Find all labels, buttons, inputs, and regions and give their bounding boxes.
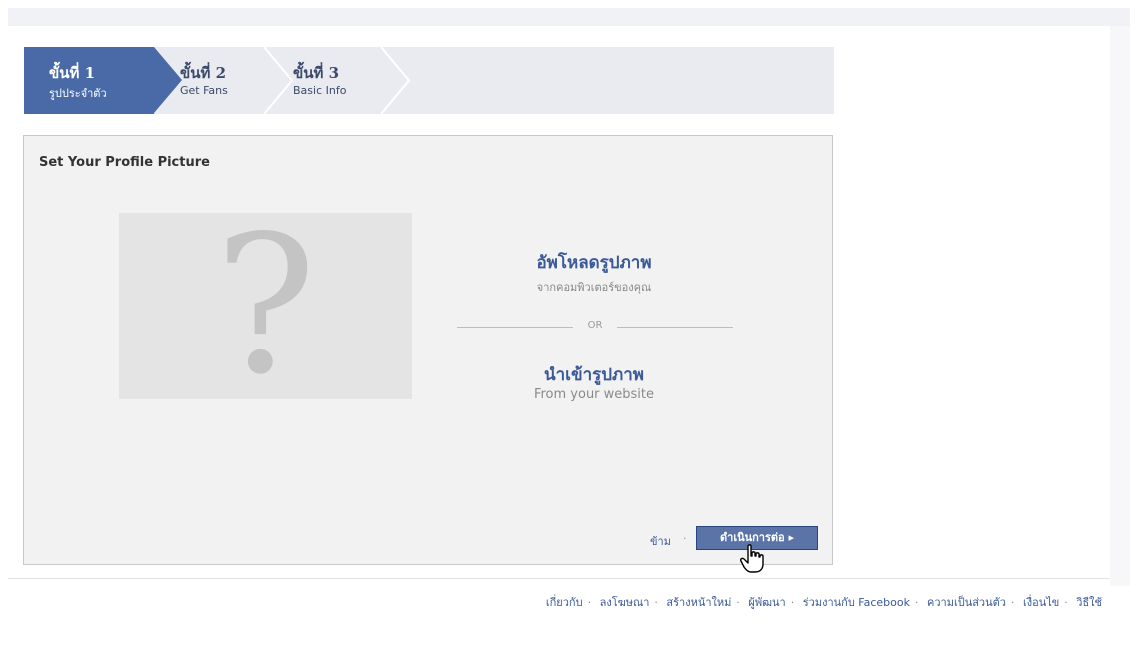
steps-bar: ขั้นที่ 1 รูปประจำตัว ขั้นที่ 2 Get Fans… (24, 47, 834, 114)
question-mark-icon: ? (214, 195, 317, 416)
divider-line-right (617, 327, 733, 328)
step-2-title: ขั้นที่ 2 (180, 64, 227, 82)
right-rail (1110, 26, 1130, 586)
import-photo-subtitle: From your website (533, 387, 655, 402)
footer-link-help[interactable]: วิธีใช้ (1076, 596, 1102, 609)
upload-photo-subtitle: จากคอมพิวเตอร์ของคุณ (536, 281, 652, 294)
step-1-arrow (154, 47, 182, 113)
or-divider: OR (457, 320, 733, 334)
import-photo-link[interactable]: นำเข้ารูปภาพ (457, 361, 731, 388)
step-3-title: ขั้นที่ 3 (293, 64, 340, 82)
step-1-title: ขั้นที่ 1 (49, 64, 96, 82)
chevron-divider-icon (381, 47, 411, 114)
footer-link-privacy[interactable]: ความเป็นส่วนตัว (927, 596, 1006, 609)
footer-divider (8, 578, 1110, 579)
footer-link-terms[interactable]: เงื่อนไข (1023, 596, 1059, 609)
profile-picture-placeholder: ? (119, 195, 412, 416)
step-3-subtitle: Basic Info (293, 84, 347, 97)
footer-link-careers[interactable]: ร่วมงานกับ Facebook (803, 596, 910, 609)
footer-link-developers[interactable]: ผู้พัฒนา (748, 596, 785, 609)
panel-title: Set Your Profile Picture (39, 155, 210, 170)
footer-link-about[interactable]: เกี่ยวกับ (546, 596, 583, 609)
header-strip (8, 8, 1130, 26)
chevron-divider-icon (264, 47, 294, 114)
divider-line-left (457, 327, 573, 328)
top-band (0, 0, 1148, 8)
footer-link-advertising[interactable]: ลงโฆษณา (600, 596, 650, 609)
footer-link-create-page[interactable]: สร้างหน้าใหม่ (666, 596, 731, 609)
or-label: OR (587, 320, 603, 331)
upload-photo-link[interactable]: อัพโหลดรูปภาพ (457, 249, 731, 276)
footer-links: เกี่ยวกับ · ลงโฆษณา · สร้างหน้าใหม่ · ผู้พั… (545, 596, 1102, 609)
profile-picture-panel: Set Your Profile Picture ? อัพโหลดรูปภาพ… (23, 135, 833, 565)
hand-pointer-icon (740, 544, 766, 574)
skip-link[interactable]: ข้าม (650, 532, 671, 550)
step-2-subtitle: Get Fans (180, 84, 228, 97)
skip-separator: · (683, 532, 687, 545)
step-1-subtitle: รูปประจำตัว (49, 87, 107, 100)
